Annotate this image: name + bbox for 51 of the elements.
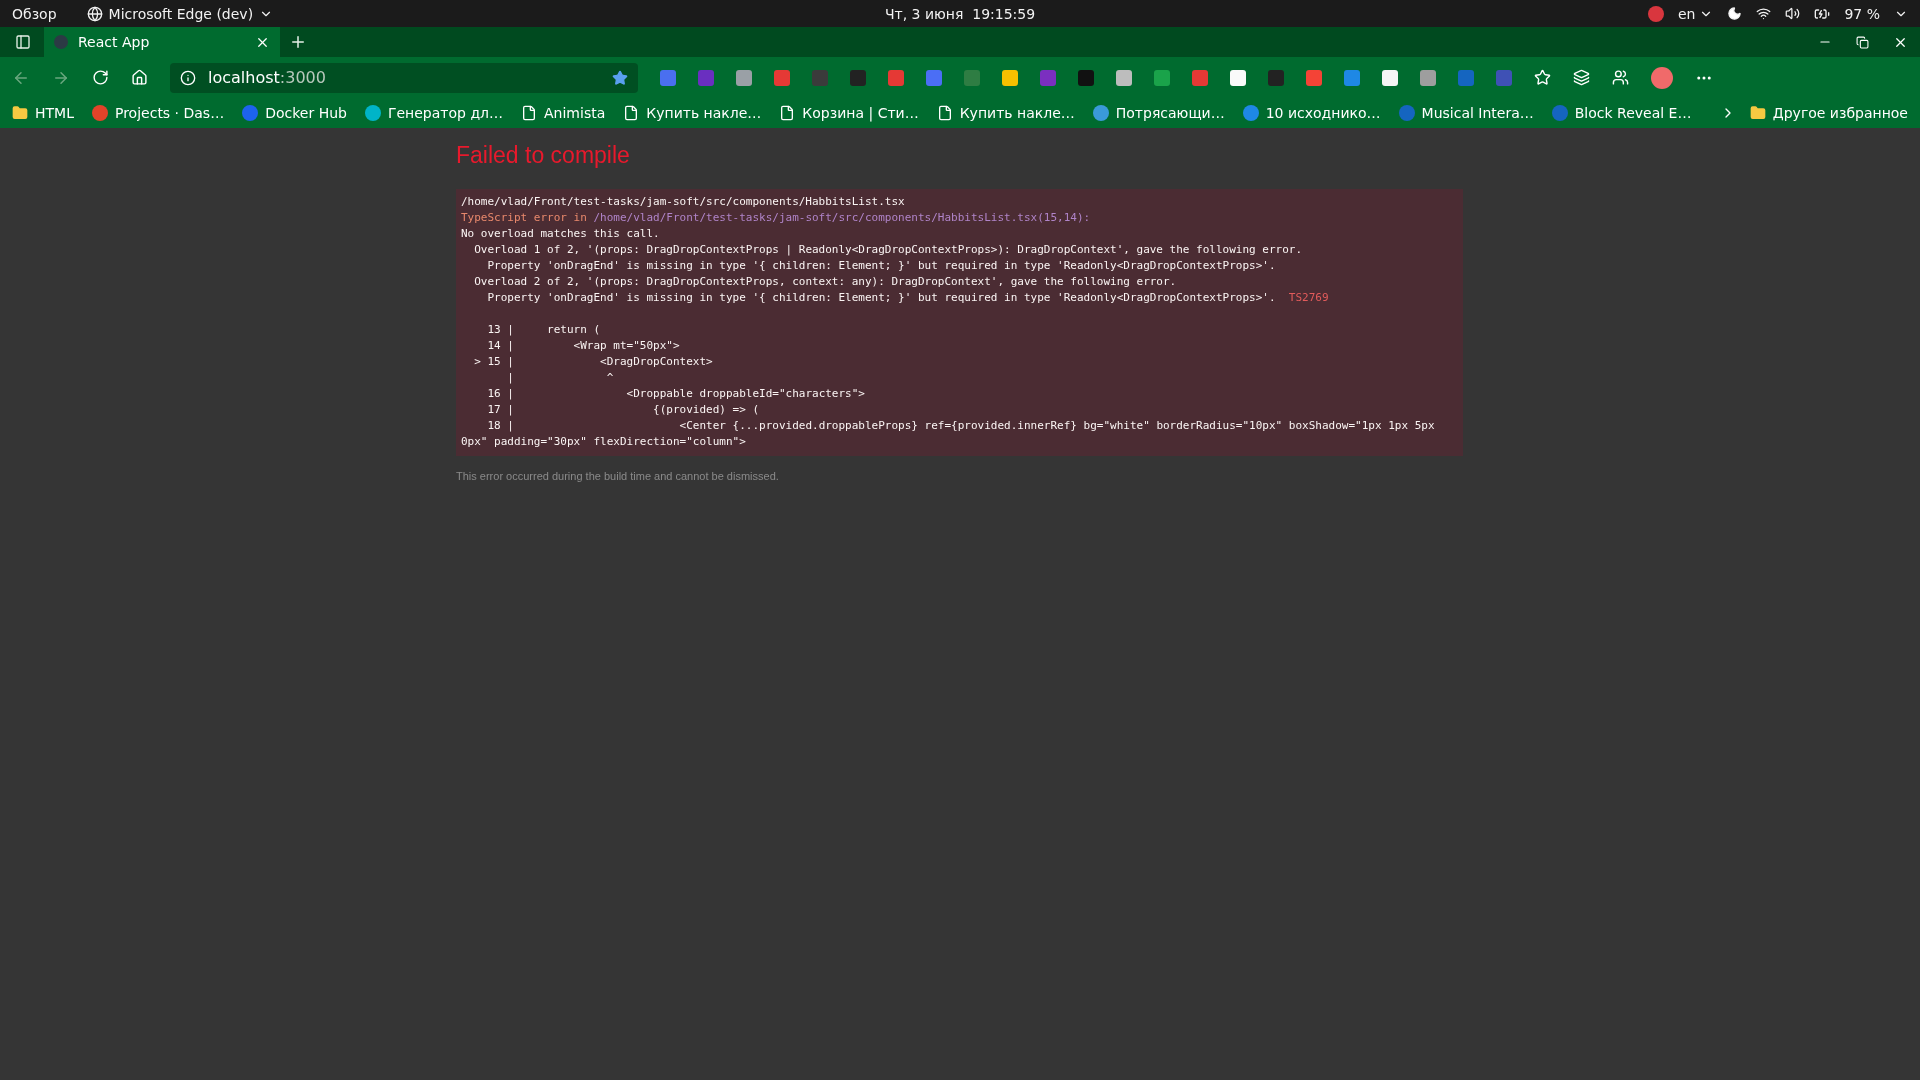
favorite-star-icon[interactable] (612, 69, 628, 86)
error-note: This error occurred during the build time and cannot be dismissed. (456, 470, 779, 482)
activities-button[interactable]: Обзор (12, 5, 57, 22)
battery-percentage: 97 % (1844, 5, 1880, 22)
notification-icon[interactable] (1647, 5, 1664, 22)
info-icon[interactable] (180, 69, 196, 86)
keyboard-layout[interactable]: en (1677, 5, 1696, 22)
profile-avatar[interactable] (1651, 66, 1673, 89)
bookmark-item[interactable]: 10 исходнико… (1242, 105, 1381, 121)
restore-icon[interactable] (1856, 35, 1869, 49)
extension-icon[interactable] (1382, 69, 1398, 86)
address-bar[interactable]: localhost:3000 (170, 62, 638, 93)
bookmark-item[interactable]: HTML (12, 105, 74, 121)
home-icon[interactable] (131, 69, 148, 86)
page-icon (936, 105, 953, 121)
bookmark-item[interactable]: Musical Intera… (1398, 105, 1534, 121)
app-menu[interactable]: Microsoft Edge (dev) (108, 5, 254, 22)
page-icon (521, 105, 537, 121)
extension-icon[interactable] (1116, 69, 1132, 86)
error-message: /home/vlad/Front/test-tasks/jam-soft/src/components/HabbitsList.tsx TypeScript error in /home/vlad/Front/test-tasks/jam-soft/src/components/HabbitsList.tsx(15,14): No overload matches this call. Overload 1 of 2, '(props: DragDropContextProps | Readonly<DragDropContextProps>): DragDropContext', gave the following error. Property 'onDragEnd' is missing in type '{ children: Element; }' but required in type 'Readonly<DragDropContextProps>'. Overload 2 of 2, '(props: DragDropContextProps, context: any): DragDropContext', gave the following error. Property 'onDragEnd' is missing in type '{ children: Element; }' but required in type 'Readonly<DragDropContextProps>'. TS2769 13 | return ( 14 | <Wrap mt="50px"> > 15 | <DragDropContext> | ^ 16 | <Droppable droppableId="characters"> 17 | {(provided) => ( 18 | <Center {...provided.droppableProps} ref={provided.innerRef} bg="white" borderRadius="10px" boxShadow="1px 1px 5px 0px" padding="30px" flexDirection="column"> (456, 189, 1463, 456)
extension-icon[interactable] (736, 69, 752, 86)
clock[interactable]: Чт, 3 июня 19:15:59 (884, 5, 1036, 22)
reload-icon[interactable] (92, 69, 109, 86)
extension-icon[interactable] (1002, 69, 1018, 86)
browser-icon (86, 5, 103, 22)
night-light-icon (1727, 6, 1743, 21)
profiles-icon[interactable] (1612, 69, 1629, 86)
bookmark-item[interactable]: Корзина | Сти… (779, 105, 919, 121)
bookmark-item[interactable]: Animista (521, 105, 606, 121)
bookmark-item[interactable]: Потрясающи… (1092, 105, 1225, 121)
bookmark-item[interactable]: Docker Hub (242, 105, 347, 121)
bookmark-item[interactable]: Купить накле… (623, 105, 762, 121)
extension-icon[interactable] (1078, 69, 1094, 86)
bookmark-item[interactable]: Block Reveal E… (1551, 105, 1692, 121)
other-bookmarks-folder[interactable]: Другое избранное (1749, 105, 1908, 121)
page-icon (779, 105, 796, 121)
error-title: Failed to compile (456, 142, 630, 169)
page-icon (623, 105, 640, 121)
browser-tab[interactable]: React App (44, 27, 280, 57)
bookmark-item[interactable]: Projects · Das… (91, 105, 225, 121)
bookmark-item[interactable]: Генератор дл… (364, 105, 503, 121)
wifi-icon (1756, 6, 1772, 21)
folder-icon (1749, 105, 1766, 121)
collections-icon[interactable] (1573, 69, 1590, 86)
sidebar-icon (15, 34, 31, 50)
favorites-icon[interactable] (1534, 69, 1551, 86)
folder-icon (12, 105, 28, 121)
extension-icon[interactable] (1230, 69, 1246, 86)
volume-icon (1785, 6, 1801, 21)
bookmark-item[interactable]: Купить накле… (936, 105, 1075, 121)
plus-icon (289, 33, 307, 51)
